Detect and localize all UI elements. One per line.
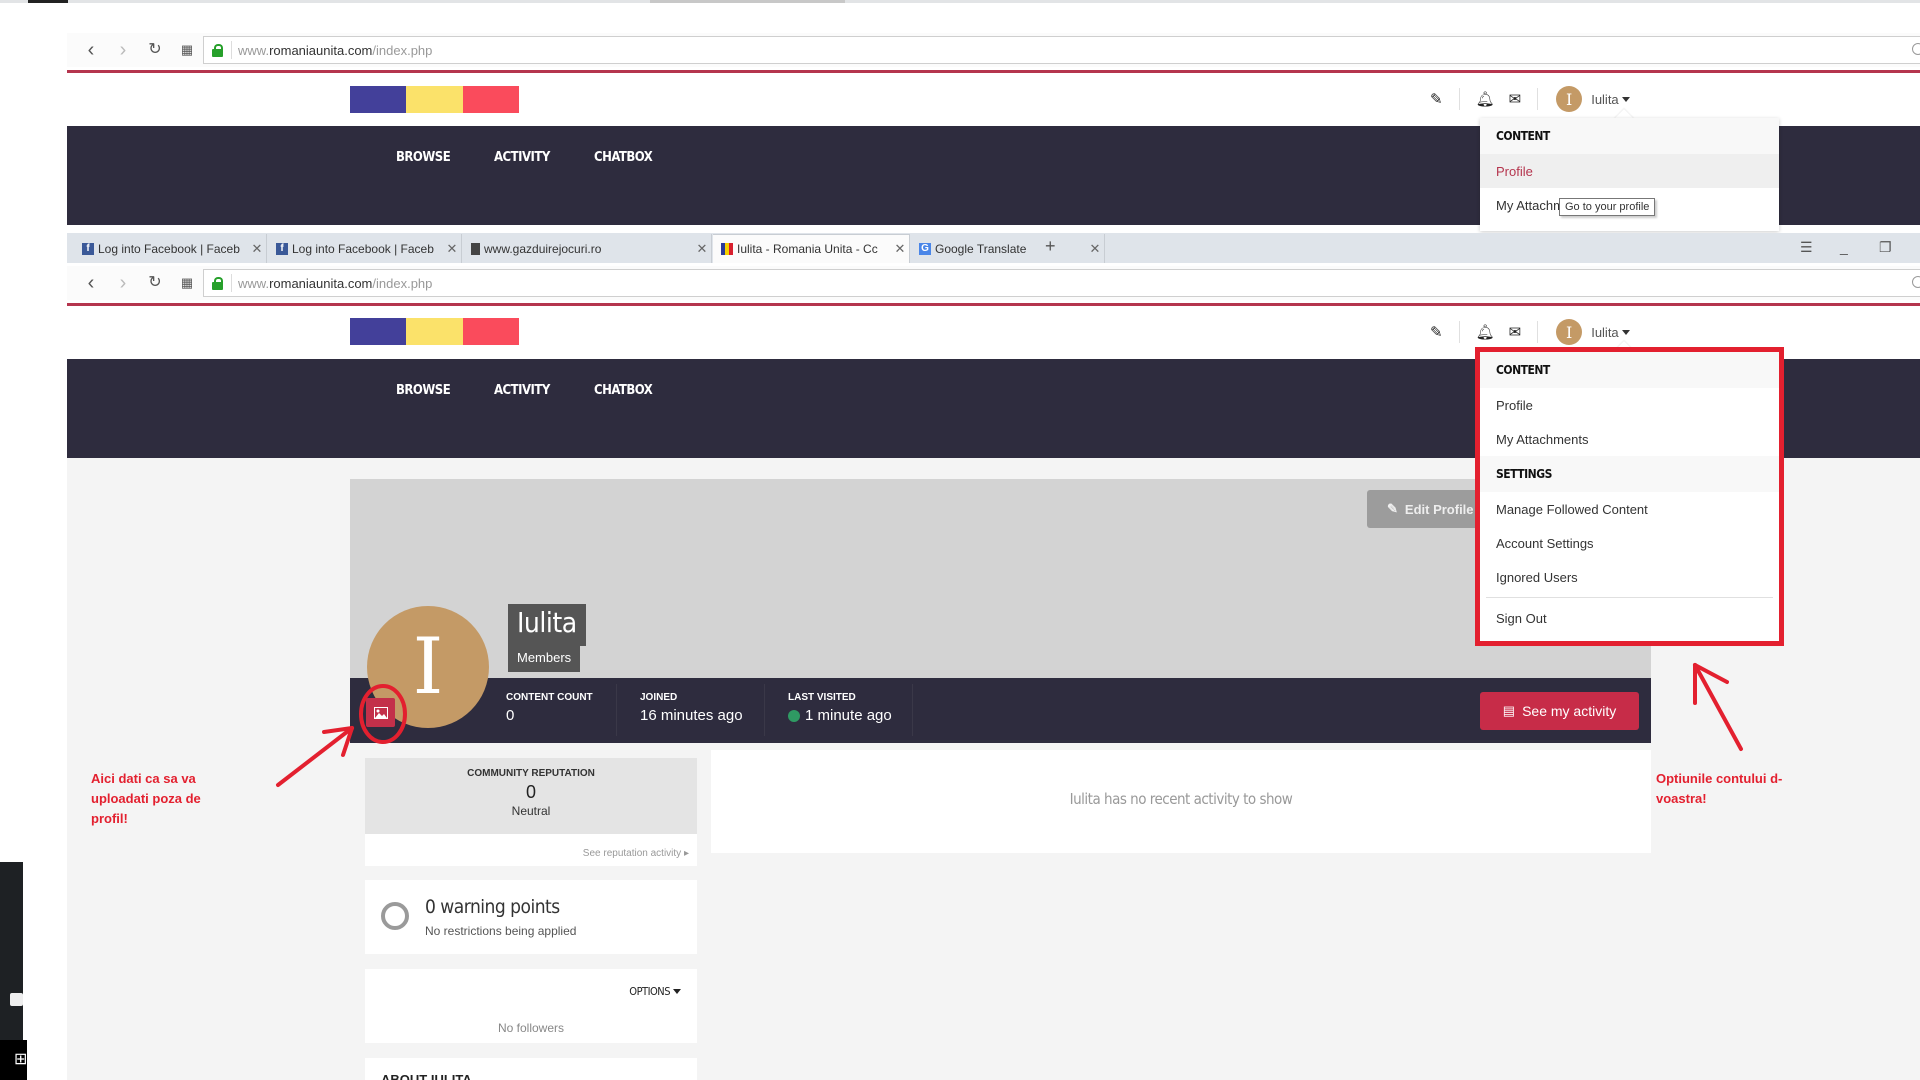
annotation-text-left: Aici dati ca sa va uploadati poza de pro…	[91, 771, 201, 826]
annotation-overlay	[276, 663, 1743, 787]
annotation-text-right: Optiunile contului d-voastra!	[1656, 771, 1783, 806]
annotation-arrow-left	[276, 726, 354, 787]
taskbar-edge	[0, 862, 23, 1040]
annotation-circle	[359, 684, 407, 744]
annotation-arrow-right	[1693, 663, 1743, 751]
taskbar-app-icon[interactable]	[10, 993, 23, 1006]
windows-start-icon[interactable]: ⊞	[14, 1049, 27, 1069]
